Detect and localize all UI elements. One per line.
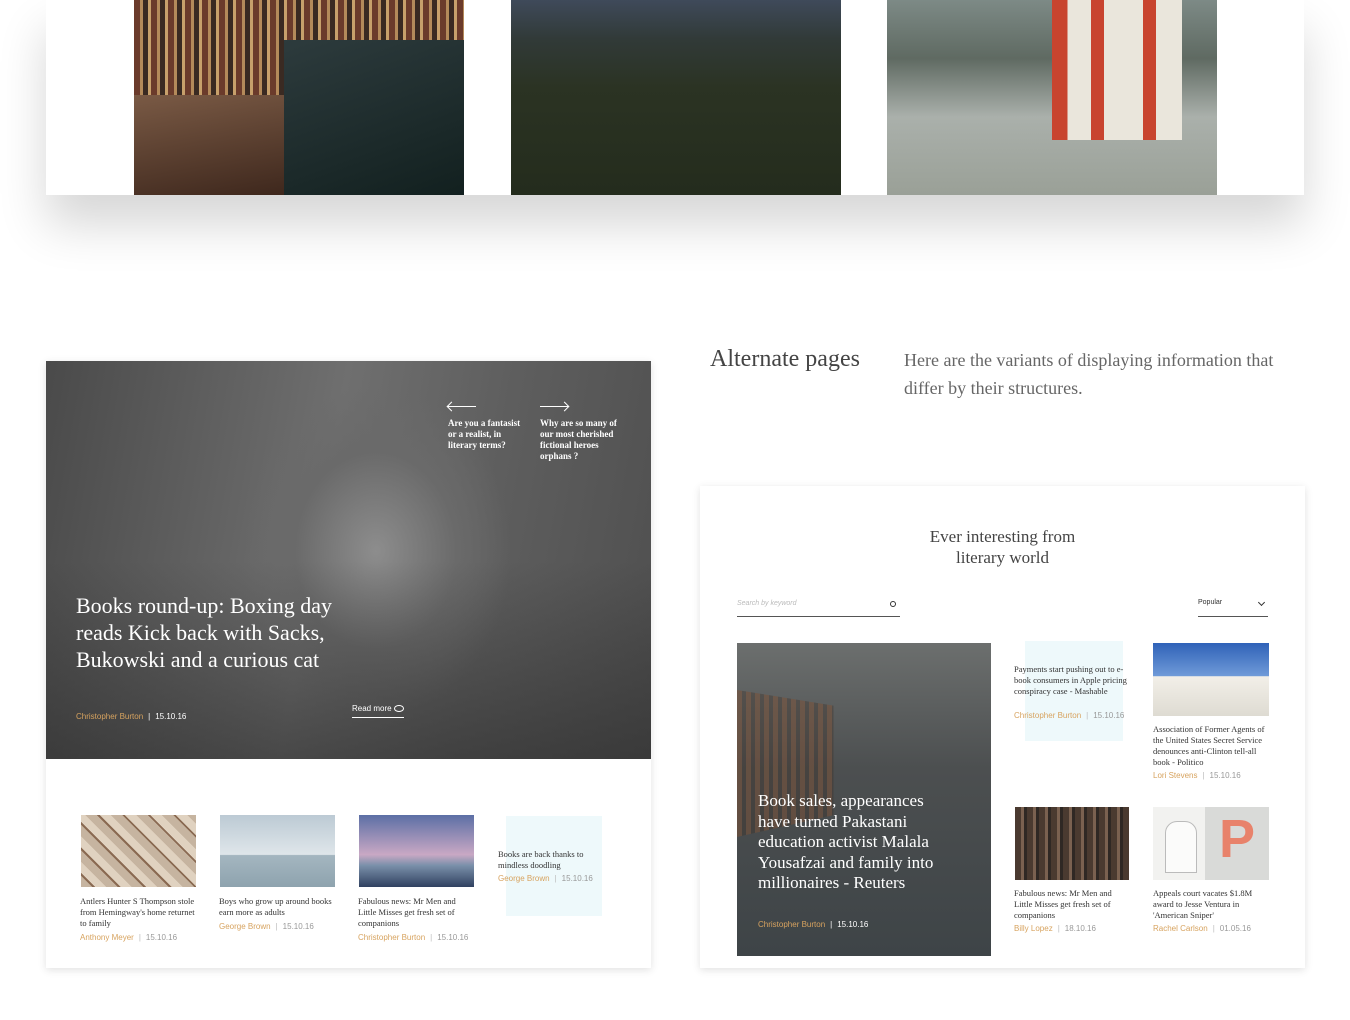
search-placeholder: Search by keyword	[737, 600, 797, 607]
feature-date: 15.10.16	[837, 920, 869, 929]
article-title[interactable]: Payments start pushing out to e-book con…	[1014, 664, 1129, 697]
p-sign-shape: P	[1219, 809, 1256, 869]
left-page-preview: Are you a fantasist or a realist, in lit…	[46, 361, 651, 968]
article-meta: Rachel Carlson | 01.05.16	[1153, 924, 1251, 933]
article-thumb-boat[interactable]	[359, 815, 474, 887]
arrow-right-icon[interactable]	[540, 406, 568, 407]
article-date: 18.10.16	[1064, 924, 1096, 933]
article-thumb-type[interactable]	[1015, 807, 1129, 880]
article-author[interactable]: Lori Stevens	[1153, 771, 1197, 780]
hero-meta: Christopher Burton | 15.10.16	[76, 712, 187, 721]
read-more-button[interactable]: Read more	[352, 704, 404, 718]
feature-meta: Christopher Burton | 15.10.16	[758, 920, 869, 929]
bookstore-image	[134, 0, 464, 195]
prev-article-link[interactable]: Are you a fantasist or a realist, in lit…	[448, 418, 526, 451]
section-title: Alternate pages	[710, 346, 860, 372]
article-author[interactable]: Billy Lopez	[1014, 924, 1053, 933]
article-meta: Anthony Meyer | 15.10.16	[80, 933, 178, 942]
article-date: 15.10.16	[561, 874, 593, 883]
sort-select[interactable]: Popular	[1198, 596, 1268, 617]
article-date: 15.10.16	[1209, 771, 1241, 780]
article-thumb-boy[interactable]	[220, 815, 335, 887]
article-meta: George Brown | 15.10.16	[219, 922, 314, 931]
article-meta: Lori Stevens | 15.10.16	[1153, 771, 1241, 780]
article-date: 15.10.16	[145, 933, 178, 942]
article-title[interactable]: Books are back thanks to mindless doodli…	[498, 849, 603, 871]
article-author[interactable]: Anthony Meyer	[80, 933, 134, 942]
doorway-shape	[1165, 821, 1197, 873]
article-title[interactable]: Fabulous news: Mr Men and Little Misses …	[358, 896, 476, 929]
hero-date: 15.10.16	[155, 712, 187, 721]
article-date: 15.10.16	[1093, 711, 1125, 720]
article-author[interactable]: George Brown	[219, 922, 271, 931]
article-thumb-sign[interactable]: P	[1153, 807, 1269, 880]
article-title[interactable]: Fabulous news: Mr Men and Little Misses …	[1014, 888, 1132, 921]
article-meta: Billy Lopez | 18.10.16	[1014, 924, 1096, 933]
temple-image	[887, 0, 1217, 195]
article-author[interactable]: George Brown	[498, 874, 550, 883]
search-icon[interactable]	[890, 601, 896, 607]
article-meta: George Brown | 15.10.16	[498, 874, 593, 883]
article-thumb-papers[interactable]	[81, 815, 196, 887]
section-description: Here are the variants of displaying info…	[904, 350, 1274, 398]
article-title[interactable]: Antlers Hunter S Thompson stole from Hem…	[80, 896, 198, 929]
article-meta: Christopher Burton | 15.10.16	[1014, 711, 1125, 720]
page-title: Ever interesting from literary world	[700, 526, 1305, 568]
eye-icon	[394, 705, 404, 712]
article-author[interactable]: Christopher Burton	[358, 933, 425, 942]
next-article-link[interactable]: Why are so many of our most cherished fi…	[540, 418, 622, 462]
article-thumb-capitol[interactable]	[1153, 643, 1269, 716]
sort-selected-label: Popular	[1198, 599, 1223, 606]
article-title[interactable]: Association of Former Agents of the Unit…	[1153, 724, 1271, 768]
article-title[interactable]: Boys who grow up around books earn more …	[219, 896, 337, 918]
right-page-preview: Ever interesting from literary world Sea…	[700, 486, 1305, 968]
read-more-label: Read more	[352, 704, 392, 713]
search-input[interactable]: Search by keyword	[737, 596, 900, 617]
article-meta: Christopher Burton | 15.10.16	[358, 933, 469, 942]
hero-title[interactable]: Books round-up: Boxing day reads Kick ba…	[76, 592, 346, 673]
article-date: 15.10.16	[437, 933, 469, 942]
forest-image	[511, 0, 841, 195]
hero-author[interactable]: Christopher Burton	[76, 712, 143, 721]
feature-author[interactable]: Christopher Burton	[758, 920, 825, 929]
article-title[interactable]: Appeals court vacates $1.8M award to Jes…	[1153, 888, 1271, 921]
article-date: 01.05.16	[1219, 924, 1251, 933]
article-author[interactable]: Rachel Carlson	[1153, 924, 1208, 933]
arrow-left-icon[interactable]	[448, 406, 476, 407]
page-title-text: Ever interesting from literary world	[929, 527, 1076, 567]
article-date: 15.10.16	[282, 922, 314, 931]
chevron-down-icon	[1257, 598, 1266, 607]
article-author[interactable]: Christopher Burton	[1014, 711, 1081, 720]
feature-title[interactable]: Book sales, appearances have turned Paka…	[758, 791, 948, 894]
